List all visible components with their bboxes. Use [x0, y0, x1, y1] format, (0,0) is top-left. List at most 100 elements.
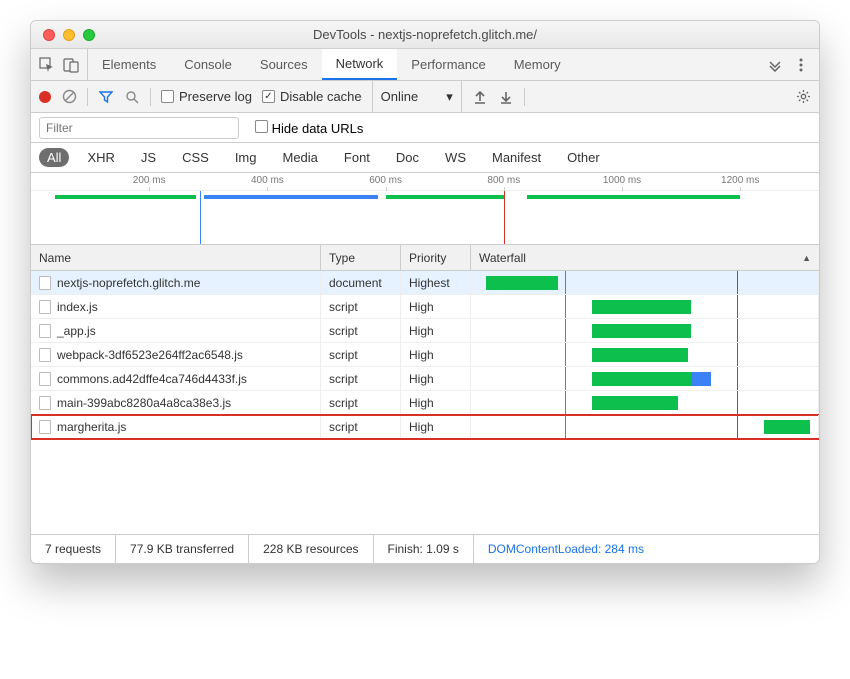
request-rows: nextjs-noprefetch.glitch.medocumentHighe… [31, 271, 819, 439]
disable-cache-label: Disable cache [280, 89, 362, 104]
sort-indicator-icon: ▲ [802, 253, 811, 263]
cell-name: main-399abc8280a4a8ca38e3.js [31, 391, 321, 414]
filter-icon[interactable] [98, 89, 114, 105]
timeline-tick: 200 ms [133, 175, 166, 186]
upload-icon[interactable] [472, 89, 488, 105]
record-button[interactable] [39, 91, 51, 103]
more-tabs-icon[interactable] [767, 57, 783, 73]
table-row[interactable]: main-399abc8280a4a8ca38e3.js scriptHigh [31, 391, 819, 415]
tab-performance[interactable]: Performance [397, 49, 499, 80]
device-toolbar-icon[interactable] [63, 57, 79, 73]
type-filter-other[interactable]: Other [559, 148, 608, 167]
table-row[interactable]: nextjs-noprefetch.glitch.medocumentHighe… [31, 271, 819, 295]
clear-icon[interactable] [61, 89, 77, 105]
panel-tabs: ElementsConsoleSourcesNetworkPerformance… [88, 49, 757, 80]
type-filter-doc[interactable]: Doc [388, 148, 427, 167]
network-toolbar: Preserve log ✓ Disable cache Online ▾ [31, 81, 819, 113]
timeline-segment [55, 195, 197, 199]
inspect-controls [31, 49, 88, 80]
search-icon[interactable] [124, 89, 140, 105]
column-priority[interactable]: Priority [401, 245, 471, 270]
type-filter-js[interactable]: JS [133, 148, 164, 167]
disable-cache-checkbox[interactable]: ✓ Disable cache [262, 89, 362, 104]
column-waterfall[interactable]: Waterfall▲ [471, 245, 819, 270]
tab-console[interactable]: Console [170, 49, 246, 80]
minimize-window-button[interactable] [63, 29, 75, 41]
request-name: webpack-3df6523e264ff2ac6548.js [57, 348, 243, 362]
type-filter-all[interactable]: All [39, 148, 69, 167]
cell-priority: High [401, 391, 471, 414]
timeline-segment [527, 195, 740, 199]
request-name: main-399abc8280a4a8ca38e3.js [57, 396, 231, 410]
timeline-tick: 400 ms [251, 175, 284, 186]
timeline-marker [504, 191, 505, 244]
timeline-tick: 1200 ms [721, 175, 759, 186]
download-icon[interactable] [498, 89, 514, 105]
cell-waterfall [471, 343, 819, 366]
type-filter-font[interactable]: Font [336, 148, 378, 167]
column-name[interactable]: Name [31, 245, 321, 270]
zoom-window-button[interactable] [83, 29, 95, 41]
tab-memory[interactable]: Memory [500, 49, 575, 80]
table-row[interactable]: margherita.jsscriptHigh [31, 415, 819, 439]
gear-icon[interactable] [795, 89, 811, 105]
table-row[interactable]: webpack-3df6523e264ff2ac6548.js scriptHig… [31, 343, 819, 367]
cell-waterfall [471, 271, 819, 294]
filter-input[interactable] [39, 117, 239, 139]
cell-priority: High [401, 343, 471, 366]
type-filter-xhr[interactable]: XHR [79, 148, 122, 167]
cell-type: script [321, 343, 401, 366]
timeline-tick: 800 ms [487, 175, 520, 186]
column-type[interactable]: Type [321, 245, 401, 270]
tab-network[interactable]: Network [322, 49, 398, 80]
devtools-window: DevTools - nextjs-noprefetch.glitch.me/ … [30, 20, 820, 564]
file-icon [39, 420, 51, 434]
empty-area [31, 439, 819, 535]
table-header: Name Type Priority Waterfall▲ [31, 245, 819, 271]
throttle-select[interactable]: Online ▾ [372, 81, 462, 112]
type-filter-css[interactable]: CSS [174, 148, 217, 167]
stat-resources: 228 KB resources [249, 535, 373, 563]
chevron-down-icon: ▾ [446, 89, 453, 105]
preserve-log-checkbox[interactable]: Preserve log [161, 89, 252, 104]
stat-transferred: 77.9 KB transferred [116, 535, 249, 563]
timeline-tick: 600 ms [369, 175, 402, 186]
cell-priority: High [401, 319, 471, 342]
cell-type: script [321, 391, 401, 414]
table-row[interactable]: commons.ad42dffe4ca746d4433f.jsscriptHig… [31, 367, 819, 391]
close-window-button[interactable] [43, 29, 55, 41]
tab-elements[interactable]: Elements [88, 49, 170, 80]
main-tabbar: ElementsConsoleSourcesNetworkPerformance… [31, 49, 819, 81]
cell-name: margherita.js [31, 415, 321, 438]
kebab-menu-icon[interactable] [793, 57, 809, 73]
file-icon [39, 276, 51, 290]
status-bar: 7 requests 77.9 KB transferred 228 KB re… [31, 535, 819, 563]
timeline-marker [200, 191, 201, 244]
cell-priority: High [401, 367, 471, 390]
timeline-segment [204, 195, 377, 199]
cell-name: commons.ad42dffe4ca746d4433f.js [31, 367, 321, 390]
request-type-bar: All XHR JS CSS Img Media Font Doc WS Manifest Othe… [31, 143, 819, 173]
type-filter-media[interactable]: Media [274, 148, 325, 167]
hide-data-urls-checkbox[interactable]: Hide data URLs [255, 120, 363, 136]
type-filter-manifest[interactable]: Manifest [484, 148, 549, 167]
cell-type: script [321, 367, 401, 390]
cell-name: webpack-3df6523e264ff2ac6548.js [31, 343, 321, 366]
type-filter-img[interactable]: Img [227, 148, 265, 167]
inspect-element-icon[interactable] [39, 57, 55, 73]
type-filter-ws[interactable]: WS [437, 148, 474, 167]
file-icon [39, 396, 51, 410]
tab-sources[interactable]: Sources [246, 49, 322, 80]
timeline-overview[interactable]: 200 ms400 ms600 ms800 ms1000 ms1200 ms [31, 173, 819, 245]
request-name: index.js [57, 300, 98, 314]
cell-type: document [321, 271, 401, 294]
table-row[interactable]: _app.jsscriptHigh [31, 319, 819, 343]
file-icon [39, 300, 51, 314]
table-row[interactable]: index.jsscriptHigh [31, 295, 819, 319]
file-icon [39, 372, 51, 386]
cell-waterfall [471, 415, 819, 438]
file-icon [39, 348, 51, 362]
cell-name: _app.js [31, 319, 321, 342]
cell-waterfall [471, 367, 819, 390]
request-name: _app.js [57, 324, 96, 338]
